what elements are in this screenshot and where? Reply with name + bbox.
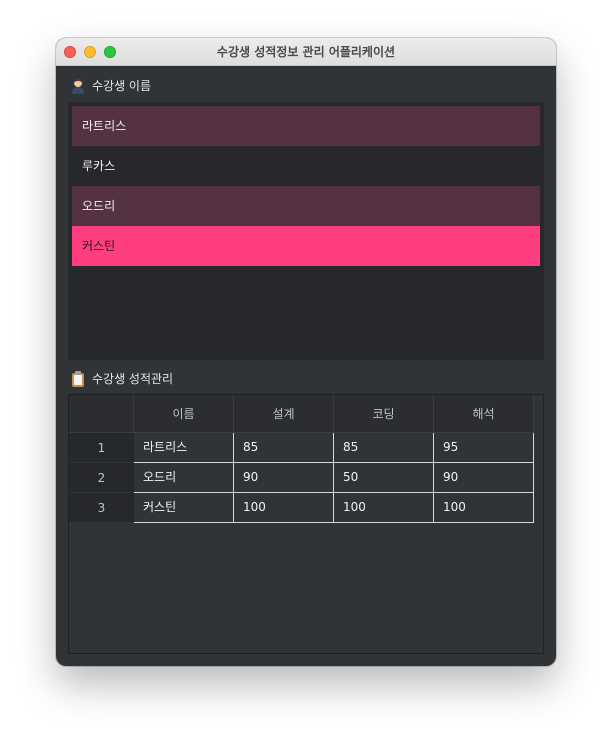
table-cell[interactable]: 100 xyxy=(234,493,334,523)
app-window: 수강생 성적정보 관리 어플리케이션 수강생 이름 라트리스 루카스 오드리 커… xyxy=(56,38,556,666)
column-header-design[interactable]: 설계 xyxy=(234,395,334,433)
table-cell[interactable]: 85 xyxy=(234,433,334,463)
grades-table[interactable]: 이름 설계 코딩 해석 1 라트리스 85 85 95 2 오드리 90 50 … xyxy=(68,394,544,654)
row-header[interactable]: 1 xyxy=(69,433,134,463)
clipboard-icon xyxy=(70,371,86,387)
table-cell[interactable]: 커스틴 xyxy=(134,493,234,523)
table-cell[interactable]: 85 xyxy=(334,433,434,463)
row-header[interactable]: 3 xyxy=(69,493,134,523)
table-cell[interactable]: 95 xyxy=(434,433,534,463)
person-icon xyxy=(70,78,86,94)
table-cell[interactable]: 100 xyxy=(434,493,534,523)
table-cell[interactable]: 100 xyxy=(334,493,434,523)
student-list-item[interactable]: 라트리스 xyxy=(72,106,540,146)
row-header[interactable]: 2 xyxy=(69,463,134,493)
students-section-header: 수강생 이름 xyxy=(70,76,151,96)
table-cell[interactable]: 90 xyxy=(234,463,334,493)
table-corner-header xyxy=(69,395,134,433)
table-cell[interactable]: 50 xyxy=(334,463,434,493)
grades-section-label: 수강생 성적관리 xyxy=(92,372,174,386)
student-list[interactable]: 라트리스 루카스 오드리 커스틴 xyxy=(68,102,544,360)
window-title: 수강생 성적정보 관리 어플리케이션 xyxy=(216,45,396,59)
column-header-coding[interactable]: 코딩 xyxy=(334,395,434,433)
title-bar: 수강생 성적정보 관리 어플리케이션 xyxy=(56,38,556,66)
column-header-name[interactable]: 이름 xyxy=(134,395,234,433)
students-section-label: 수강생 이름 xyxy=(92,79,152,93)
grades-section-header: 수강생 성적관리 xyxy=(70,369,173,389)
column-header-analysis[interactable]: 해석 xyxy=(434,395,534,433)
table-cell[interactable]: 오드리 xyxy=(134,463,234,493)
student-list-item[interactable]: 루카스 xyxy=(72,146,540,186)
table-cell[interactable]: 라트리스 xyxy=(134,433,234,463)
table-cell[interactable]: 90 xyxy=(434,463,534,493)
student-list-item-selected[interactable]: 커스틴 xyxy=(72,226,540,266)
student-list-item[interactable]: 오드리 xyxy=(72,186,540,226)
